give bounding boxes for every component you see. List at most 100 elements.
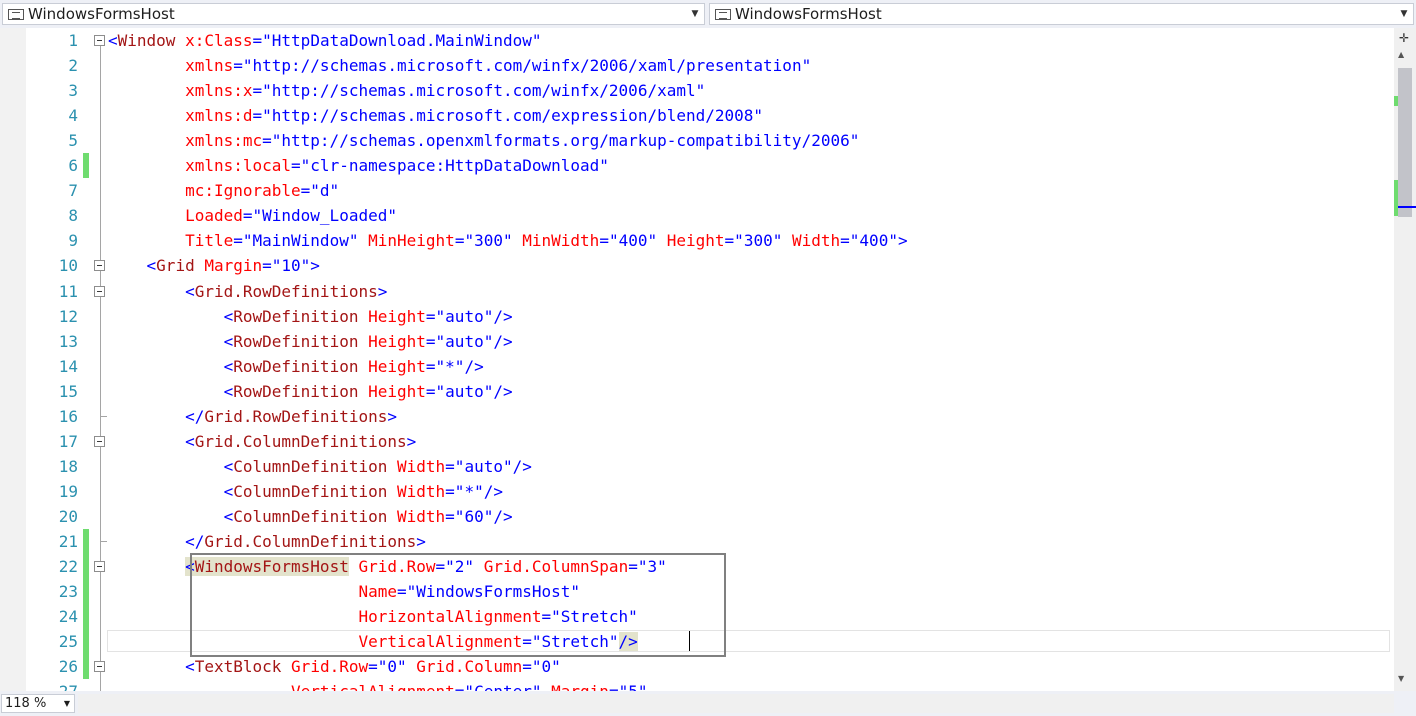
scroll-down-arrow-icon[interactable]: ▼ <box>1398 674 1404 683</box>
line-number: 18 <box>58 456 78 476</box>
line-number: 25 <box>58 632 78 652</box>
code-line[interactable]: 20 <ColumnDefinition Width="60"/> <box>0 504 1394 529</box>
code-text: <Grid.RowDefinitions> <box>108 279 387 304</box>
code-line[interactable]: 9 Title="MainWindow" MinHeight="300" Min… <box>0 228 1394 253</box>
code-text: <ColumnDefinition Width="60"/> <box>108 504 513 529</box>
vertical-scrollbar[interactable]: ✛ ▲ ▼ <box>1394 28 1416 691</box>
collapse-toggle-icon[interactable] <box>94 561 105 573</box>
code-line[interactable]: 16 </Grid.RowDefinitions> <box>0 404 1394 429</box>
zoom-level-dropdown[interactable]: 118 % ▼ <box>1 694 75 713</box>
line-number: 16 <box>58 406 78 426</box>
code-token: ColumnDefinition <box>233 481 388 501</box>
code-text: <RowDefinition Height="auto"/> <box>108 304 513 329</box>
code-line[interactable]: 13 <RowDefinition Height="auto"/> <box>0 329 1394 354</box>
code-token: ="auto"/> <box>425 331 513 351</box>
code-token: < <box>223 481 234 501</box>
code-line[interactable]: 5 xmlns:mc="http://schemas.openxmlformat… <box>0 128 1394 153</box>
collapse-toggle-icon[interactable] <box>94 285 105 297</box>
line-number: 23 <box>58 582 78 602</box>
code-token: Grid.Column <box>416 657 523 677</box>
code-text: <Window x:Class="HttpDataDownload.MainWi… <box>108 28 542 53</box>
code-token: xmlns:mc <box>185 131 263 151</box>
line-number: 3 <box>68 81 78 101</box>
code-line[interactable]: 4 xmlns:d="http://schemas.microsoft.com/… <box>0 103 1394 128</box>
code-line[interactable]: 18 <ColumnDefinition Width="auto"/> <box>0 454 1394 479</box>
code-token: TextBlock <box>194 657 282 677</box>
code-line[interactable]: 21 </Grid.ColumnDefinitions> <box>0 529 1394 554</box>
code-token: < <box>223 356 234 376</box>
chevron-down-icon[interactable]: ▼ <box>1395 9 1413 19</box>
code-line[interactable]: 27 VerticalAlignment="Center" Margin="5" <box>0 679 1394 691</box>
code-line[interactable]: 19 <ColumnDefinition Width="*"/> <box>0 479 1394 504</box>
change-indicator <box>83 579 89 605</box>
code-line[interactable]: 10 <Grid Margin="10"> <box>0 253 1394 278</box>
code-line[interactable]: 11 <Grid.RowDefinitions> <box>0 279 1394 304</box>
code-line[interactable]: 15 <RowDefinition Height="auto"/> <box>0 379 1394 404</box>
code-token: ="HttpDataDownload.MainWindow" <box>252 31 542 50</box>
text-caret <box>689 631 690 651</box>
code-token: ="400" <box>599 231 658 251</box>
code-token: Title <box>185 231 234 251</box>
collapse-toggle-icon[interactable] <box>94 435 105 447</box>
code-token: x:Class <box>185 31 253 50</box>
code-token: > <box>416 532 426 551</box>
code-line[interactable]: 17 <Grid.ColumnDefinitions> <box>0 429 1394 454</box>
chevron-down-icon[interactable]: ▼ <box>60 699 74 708</box>
outline-end-tick <box>101 541 107 542</box>
code-line[interactable]: 12 <RowDefinition Height="auto"/> <box>0 304 1394 329</box>
code-token: ="Window_Loaded" <box>242 206 397 226</box>
code-token: ="auto"/> <box>425 381 513 401</box>
type-members-dropdown-right[interactable]: WindowsFormsHost ▼ <box>709 3 1414 25</box>
line-number: 10 <box>58 256 78 276</box>
code-token: < <box>185 281 195 301</box>
code-line[interactable]: 26 <TextBlock Grid.Row="0" Grid.Column="… <box>0 654 1394 680</box>
collapse-toggle-icon[interactable] <box>94 661 105 673</box>
line-number: 17 <box>58 431 78 451</box>
split-window-icon[interactable]: ✛ <box>1399 31 1409 45</box>
change-indicator <box>83 554 89 580</box>
horizontal-scrollbar[interactable] <box>78 694 1394 713</box>
code-line[interactable]: 8 Loaded="Window_Loaded" <box>0 203 1394 228</box>
code-token: ="5" <box>609 682 648 691</box>
code-line[interactable]: 7 mc:Ignorable="d" <box>0 178 1394 203</box>
scroll-up-arrow-icon[interactable]: ▲ <box>1398 50 1404 59</box>
code-token: Height <box>666 231 725 251</box>
xaml-element-icon <box>8 8 24 20</box>
chevron-down-icon[interactable]: ▼ <box>686 9 704 19</box>
code-text: xmlns:mc="http://schemas.openxmlformats.… <box>108 128 859 153</box>
code-line[interactable]: 3 xmlns:x="http://schemas.microsoft.com/… <box>0 78 1394 103</box>
code-token: > <box>406 431 417 451</box>
code-text: <ColumnDefinition Width="*"/> <box>108 479 503 504</box>
code-token: ="60"/> <box>445 506 513 526</box>
scrollbar-thumb[interactable] <box>1398 68 1412 217</box>
code-line[interactable]: 2 xmlns="http://schemas.microsoft.com/wi… <box>0 53 1394 78</box>
code-token: xmlns:d <box>185 106 253 126</box>
collapse-toggle-icon[interactable] <box>94 260 105 272</box>
code-line[interactable]: 1 <Window x:Class="HttpDataDownload.MainW… <box>0 28 1394 53</box>
code-line[interactable]: 14 <RowDefinition Height="*"/> <box>0 354 1394 379</box>
line-number: 27 <box>26 679 78 691</box>
code-token: </ <box>185 406 205 426</box>
collapse-toggle-icon[interactable] <box>94 35 105 46</box>
code-editor[interactable]: 1 <Window x:Class="HttpDataDownload.MainW… <box>0 28 1394 691</box>
code-token: </ <box>185 532 205 551</box>
code-token: MinWidth <box>522 231 600 251</box>
code-token: ="auto"/> <box>445 456 532 476</box>
type-members-dropdown-left[interactable]: WindowsFormsHost ▼ <box>2 3 705 25</box>
xaml-element-icon <box>715 8 731 20</box>
change-indicator <box>83 604 89 630</box>
line-number: 12 <box>58 306 78 326</box>
code-line[interactable]: 6 xmlns:local="clr-namespace:HttpDataDow… <box>0 153 1394 179</box>
